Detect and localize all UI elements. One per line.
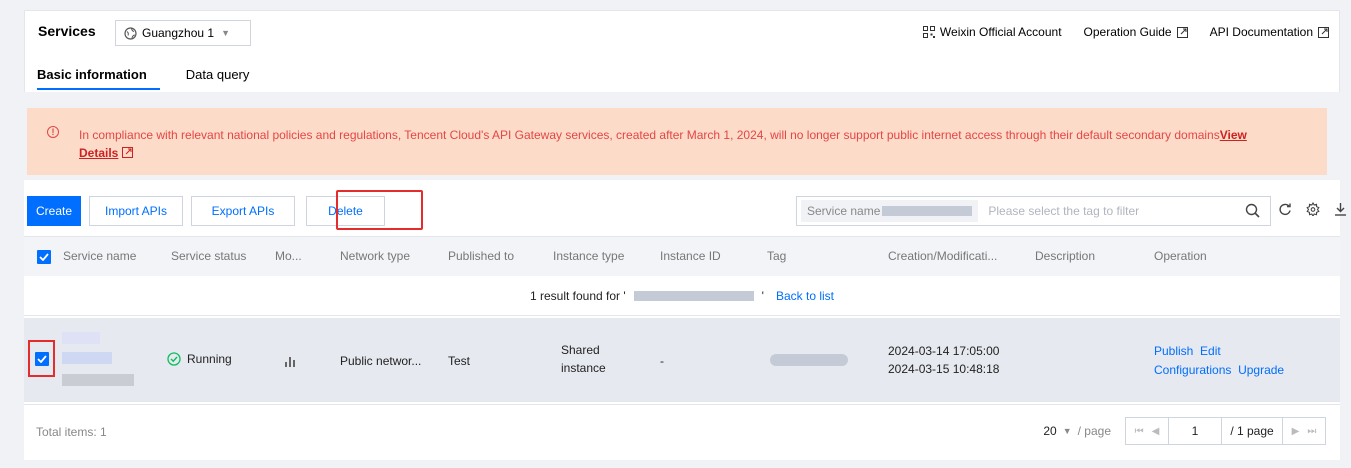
total-items: Total items: 1	[36, 425, 107, 439]
publish-link[interactable]: Publish	[1154, 344, 1193, 358]
edit-link[interactable]: Edit	[1200, 344, 1221, 358]
tab-basic-information[interactable]: Basic information	[37, 67, 160, 90]
column-header: Service name	[63, 249, 137, 263]
column-header: Service status	[171, 249, 247, 263]
external-link-icon	[1176, 26, 1188, 38]
modified-time: 2024-03-15 10:48:18	[888, 362, 1000, 376]
table-header: Service name Service status Mo... Networ…	[24, 236, 1340, 276]
qrcode-icon	[922, 26, 935, 38]
status-cell: Running	[167, 352, 232, 366]
operation-guide-link[interactable]: Operation Guide	[1084, 25, 1188, 39]
chevron-down-icon: ▼	[1062, 426, 1072, 436]
check-icon	[37, 355, 47, 363]
search-input[interactable]: Service name Please select the tag to fi…	[796, 196, 1271, 226]
api-doc-link[interactable]: API Documentation	[1210, 25, 1329, 39]
weixin-link[interactable]: Weixin Official Account	[922, 25, 1062, 39]
column-header: Tag	[767, 249, 787, 263]
first-page-icon[interactable]: ⏮	[1135, 426, 1144, 437]
column-header: Operation	[1154, 249, 1207, 263]
tag-badge	[770, 354, 848, 366]
gear-icon[interactable]	[1306, 202, 1320, 216]
select-all-checkbox[interactable]	[37, 250, 51, 264]
network-type: Public networ...	[340, 354, 422, 368]
operation-guide-label: Operation Guide	[1083, 25, 1172, 39]
redacted-text	[882, 206, 973, 216]
column-header: Network type	[340, 249, 411, 263]
page-total: / 1 page	[1221, 417, 1283, 445]
chevron-down-icon: ▼	[221, 28, 230, 38]
globe-icon	[124, 26, 137, 40]
next-page-icon[interactable]: ▶	[1292, 426, 1300, 437]
search-result-bar: 1 result found for ' ' Back to list	[24, 276, 1340, 316]
back-to-list-link[interactable]: Back to list	[776, 289, 834, 303]
region-select[interactable]: Guangzhou 1 ▼	[115, 20, 251, 46]
page-title: Services	[38, 23, 96, 39]
check-icon	[39, 253, 49, 261]
import-apis-button[interactable]: Import APIs	[89, 196, 183, 226]
page-size-select[interactable]: 20 ▼	[1043, 424, 1071, 438]
notice-banner: ! In compliance with relevant national p…	[27, 108, 1327, 175]
row-checkbox[interactable]	[35, 352, 49, 366]
warning-icon: !	[47, 126, 59, 138]
published-to: Test	[448, 354, 471, 368]
last-page-icon[interactable]: ⏭	[1307, 426, 1316, 437]
column-header: Creation/Modificati...	[888, 249, 998, 263]
redacted-service-name[interactable]	[62, 352, 112, 364]
search-filter-chip[interactable]: Service name	[801, 200, 979, 222]
tab-data-query[interactable]: Data query	[174, 67, 262, 90]
column-header: Published to	[448, 249, 515, 263]
prev-page-icon[interactable]: ◀	[1152, 426, 1160, 437]
redacted-text	[62, 332, 100, 344]
region-label: Guangzhou 1	[142, 26, 215, 40]
table-row[interactable]: Running Public networ... Test Shared ins…	[24, 318, 1340, 402]
refresh-icon[interactable]	[1278, 202, 1292, 216]
export-apis-button[interactable]: Export APIs	[191, 196, 295, 226]
row-operations: Publish Edit	[1154, 344, 1221, 358]
status-text: Running	[187, 352, 232, 366]
instance-type: instance	[561, 361, 606, 375]
external-link-icon	[121, 147, 133, 158]
column-header: Mo...	[275, 249, 302, 263]
create-button[interactable]: Create	[27, 196, 81, 226]
column-header: Instance type	[553, 249, 625, 263]
created-time: 2024-03-14 17:05:00	[888, 344, 1000, 358]
tag-filter-placeholder: Please select the tag to filter	[988, 204, 1140, 218]
bar-chart-icon[interactable]	[284, 355, 296, 367]
page-header: Services Guangzhou 1 ▼ Weixin Official A…	[24, 10, 1340, 92]
instance-id: -	[660, 354, 664, 368]
instance-type: Shared	[561, 343, 600, 357]
table-footer: Total items: 1 20 ▼ / page ⏮ ◀ 1 / 1 pag…	[24, 404, 1340, 460]
pagination: 20 ▼ / page ⏮ ◀ 1 / 1 page ▶ ⏭	[1043, 417, 1326, 445]
services-panel: Create Import APIs Export APIs Delete Se…	[24, 180, 1346, 460]
notice-text: In compliance with relevant national pol…	[79, 128, 1220, 142]
upgrade-link[interactable]: Upgrade	[1238, 363, 1284, 377]
weixin-link-label: Weixin Official Account	[939, 25, 1062, 39]
external-link-icon	[1318, 26, 1329, 38]
download-icon[interactable]	[1334, 202, 1347, 216]
per-page-label: / page	[1077, 424, 1111, 438]
search-icon[interactable]	[1245, 203, 1260, 218]
column-header: Instance ID	[660, 249, 721, 263]
highlight-box	[336, 190, 423, 230]
column-header: Description	[1035, 249, 1096, 263]
configurations-link[interactable]: Configurations	[1154, 363, 1231, 377]
result-text: 1 result found for '	[529, 288, 626, 303]
check-circle-icon	[167, 352, 181, 366]
page-number-input[interactable]: 1	[1168, 417, 1222, 445]
redacted-text	[633, 290, 754, 301]
api-doc-label: API Documentation	[1209, 25, 1313, 39]
redacted-text	[62, 374, 134, 386]
